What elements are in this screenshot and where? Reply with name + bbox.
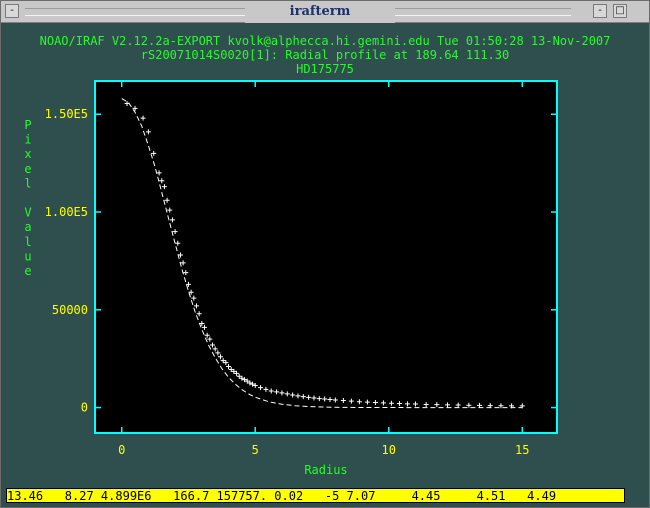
plot-background xyxy=(95,81,557,433)
y-axis-label-char: i xyxy=(24,133,31,147)
y-axis-label-char: P xyxy=(24,118,31,132)
irafterm-window: - irafterm - □ NOAO/IRAF V2.12.2a-EXPORT… xyxy=(0,0,650,508)
window-menu-button[interactable]: - xyxy=(5,4,19,18)
y-axis-label-char: x xyxy=(24,147,31,161)
y-axis-label-char: e xyxy=(24,264,31,278)
y-tick-label: 0 xyxy=(81,401,88,415)
x-axis-label: Radius xyxy=(304,463,347,477)
graphics-terminal[interactable]: NOAO/IRAF V2.12.2a-EXPORT kvolk@alphecca… xyxy=(1,23,649,507)
y-axis-label-char: V xyxy=(24,206,31,220)
x-tick-label: 5 xyxy=(252,443,259,457)
maximize-button[interactable]: □ xyxy=(613,4,627,18)
x-tick-label: 15 xyxy=(515,443,529,457)
y-axis-label-char: l xyxy=(24,235,31,249)
y-axis-label-char: u xyxy=(24,249,31,263)
y-axis-label-char: l xyxy=(24,176,31,190)
radial-profile-plot: 0 5 10 150500001.00E51.50E5RadiusPixelValue xyxy=(24,80,558,477)
minimize-button[interactable]: - xyxy=(593,4,607,18)
title-bar[interactable]: - irafterm - □ xyxy=(1,1,649,23)
status-line: 13.46 8.27 4.899E6 166.7 157757. 0.02 -5… xyxy=(6,488,625,503)
x-tick-label: 0 xyxy=(118,443,125,457)
y-tick-label: 50000 xyxy=(52,303,88,317)
y-tick-label: 1.50E5 xyxy=(45,107,88,121)
window-title: irafterm xyxy=(245,1,395,23)
x-tick-label: 10 xyxy=(382,443,396,457)
y-axis-label-char: e xyxy=(24,162,31,176)
y-axis-label-char: a xyxy=(24,220,31,234)
y-tick-label: 1.00E5 xyxy=(45,205,88,219)
